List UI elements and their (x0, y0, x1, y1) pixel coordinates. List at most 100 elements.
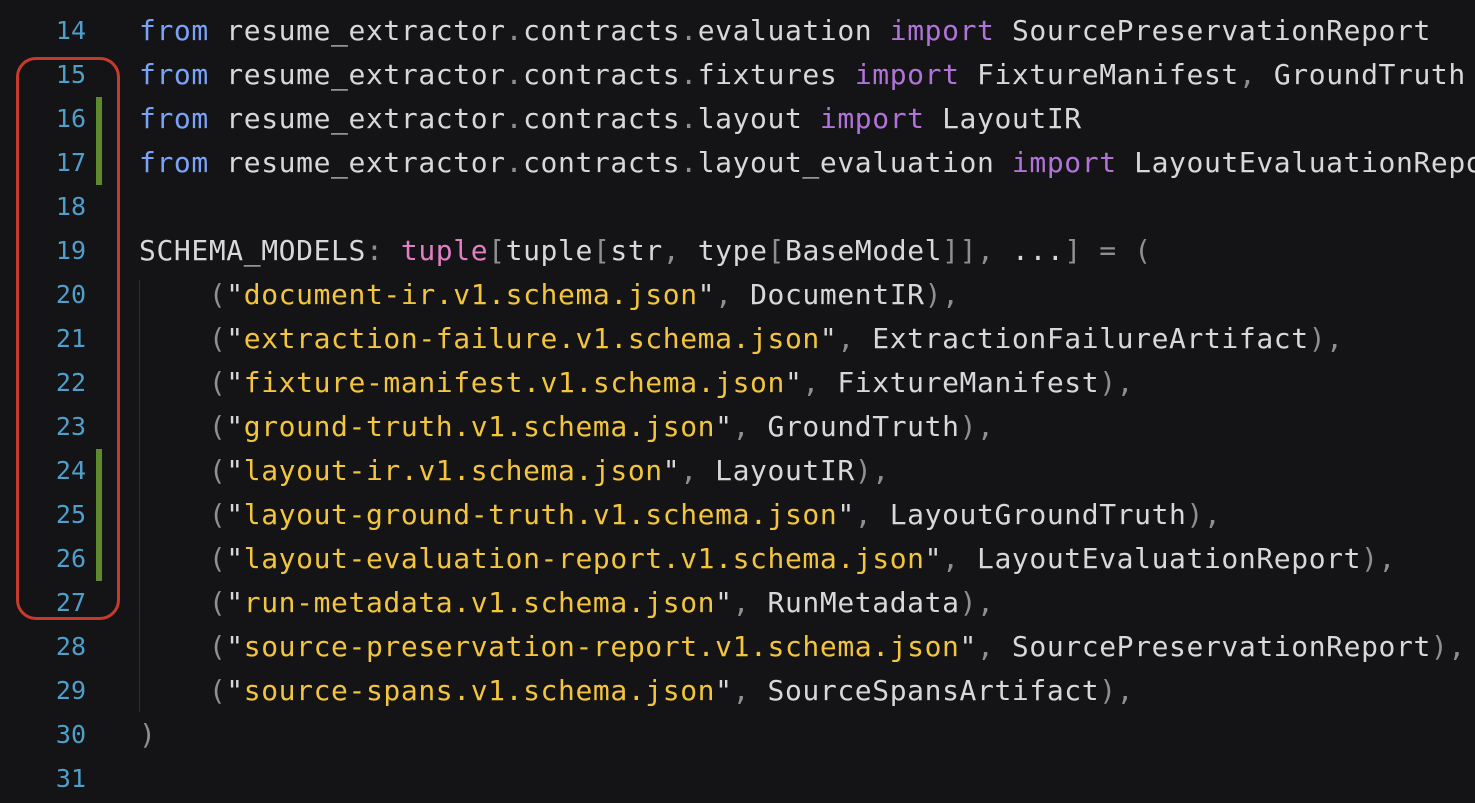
code-token: import (1011, 146, 1117, 179)
code-token: resume_extractor (208, 102, 506, 135)
code-token: " (226, 410, 244, 443)
line-number: 25 (55, 500, 86, 529)
code-line[interactable]: 24 ("layout-ir.v1.schema.json", LayoutIR… (0, 449, 1475, 493)
code-token: " (226, 630, 244, 663)
git-change-indicator[interactable] (96, 97, 102, 141)
code-token: LayoutIR (924, 102, 1082, 135)
code-token: , (732, 410, 768, 443)
code-token: ), (1186, 498, 1222, 531)
code-token: . (680, 146, 698, 179)
code-token: , (732, 674, 768, 707)
code-line[interactable]: 25 ("layout-ground-truth.v1.schema.json"… (0, 493, 1475, 537)
indent-guide (139, 280, 140, 712)
code-token: ( (139, 410, 227, 443)
code-token: " (924, 542, 943, 575)
code-text: ("fixture-manifest.v1.schema.json", Fixt… (139, 361, 1134, 405)
code-editor[interactable]: 14 from resume_extractor.contracts.evalua… (0, 0, 1475, 803)
code-token: resume_extractor (208, 14, 506, 47)
code-token: LayoutEvaluationRepo (1116, 146, 1475, 179)
git-change-indicator[interactable] (96, 537, 102, 581)
code-token: ( (139, 322, 227, 355)
code-token: contracts (523, 14, 681, 47)
code-line[interactable]: 16 from resume_extractor.contracts.layout… (0, 97, 1475, 141)
code-token: . (680, 102, 698, 135)
code-line[interactable]: 29 ("source-spans.v1.schema.json", Sourc… (0, 669, 1475, 713)
line-number: 21 (55, 324, 86, 353)
code-token: from (139, 146, 209, 179)
code-token: . (505, 58, 524, 91)
code-text: ("run-metadata.v1.schema.json", RunMetad… (139, 581, 994, 625)
code-token: type (697, 234, 768, 267)
code-token: fixture-manifest.v1.schema.json (243, 366, 785, 399)
line-number: 31 (55, 764, 86, 793)
code-token: resume_extractor (208, 58, 506, 91)
code-line[interactable]: 17 from resume_extractor.contracts.layout… (0, 141, 1475, 185)
code-text: ("layout-ground-truth.v1.schema.json", L… (139, 493, 1221, 537)
code-token: LayoutIR (715, 454, 855, 487)
code-token: " (226, 498, 244, 531)
code-token: extraction-failure.v1.schema.json (243, 322, 820, 355)
code-token: ( (139, 674, 227, 707)
code-text: ) (139, 713, 156, 757)
code-text: ("source-preservation-report.v1.schema.j… (139, 625, 1466, 669)
code-token: " (662, 454, 681, 487)
code-token: " (784, 366, 803, 399)
code-token: : (365, 234, 401, 267)
code-line[interactable]: 28 ("source-preservation-report.v1.schem… (0, 625, 1475, 669)
line-number: 19 (55, 236, 86, 265)
code-text: ("source-spans.v1.schema.json", SourceSp… (139, 669, 1134, 713)
code-token: tuple (505, 234, 593, 267)
code-line[interactable]: 31 (0, 757, 1475, 801)
code-token: ... (1011, 234, 1065, 267)
code-line[interactable]: 30) (0, 713, 1475, 757)
code-line[interactable]: 22 ("fixture-manifest.v1.schema.json", F… (0, 361, 1475, 405)
code-token: [ (767, 234, 786, 267)
code-token: layout-ground-truth.v1.schema.json (243, 498, 838, 531)
git-change-indicator[interactable] (96, 141, 102, 185)
code-text: ("document-ir.v1.schema.json", DocumentI… (139, 273, 960, 317)
code-token: layout_evaluation (697, 146, 1012, 179)
code-line[interactable]: 19 SCHEMA_MODELS: tuple[tuple[str, type[B… (0, 229, 1475, 273)
git-change-indicator[interactable] (96, 493, 102, 537)
code-text: ("ground-truth.v1.schema.json", GroundTr… (139, 405, 994, 449)
code-token: " (819, 322, 838, 355)
code-token: contracts (523, 58, 681, 91)
code-token: " (226, 278, 244, 311)
code-line[interactable]: 18 (0, 185, 1475, 229)
code-line[interactable]: 26 ("layout-evaluation-report.v1.schema.… (0, 537, 1475, 581)
code-token: ), (959, 586, 995, 619)
code-token: , (732, 586, 768, 619)
line-number: 29 (55, 676, 86, 705)
code-token: layout (697, 102, 820, 135)
code-token: " (697, 278, 716, 311)
code-line[interactable]: 15 from resume_extractor.contracts.fixtur… (0, 53, 1475, 97)
code-token: ( (139, 278, 227, 311)
code-line[interactable]: 27 ("run-metadata.v1.schema.json", RunMe… (0, 581, 1475, 625)
code-token: from (139, 14, 209, 47)
code-token: import (854, 58, 960, 91)
code-token: import (819, 102, 925, 135)
line-number: 30 (55, 720, 86, 749)
code-token: ), (1361, 542, 1396, 575)
code-token: " (837, 498, 855, 531)
git-change-indicator[interactable] (96, 449, 102, 493)
line-number: 18 (55, 192, 86, 221)
line-number: 15 (55, 60, 86, 89)
code-line[interactable]: 21 ("extraction-failure.v1.schema.json",… (0, 317, 1475, 361)
code-token: ExtractionFailureArtifact (872, 322, 1309, 355)
code-line[interactable]: 14 from resume_extractor.contracts.evalua… (0, 9, 1475, 53)
code-token: , (662, 234, 698, 267)
code-token: , (854, 498, 890, 531)
code-line[interactable]: 20 ("document-ir.v1.schema.json", Docume… (0, 273, 1475, 317)
line-number: 28 (55, 632, 86, 661)
code-token: ( (139, 586, 227, 619)
code-token: ), (959, 410, 995, 443)
code-line[interactable]: 23 ("ground-truth.v1.schema.json", Groun… (0, 405, 1475, 449)
code-token: , (837, 322, 873, 355)
code-text: from resume_extractor.contracts.layout_e… (139, 141, 1475, 185)
code-token: run-metadata.v1.schema.json (243, 586, 716, 619)
code-token: " (959, 630, 977, 663)
code-token: contracts (523, 146, 681, 179)
code-text: ("extraction-failure.v1.schema.json", Ex… (139, 317, 1344, 361)
code-token: ground-truth.v1.schema.json (243, 410, 716, 443)
